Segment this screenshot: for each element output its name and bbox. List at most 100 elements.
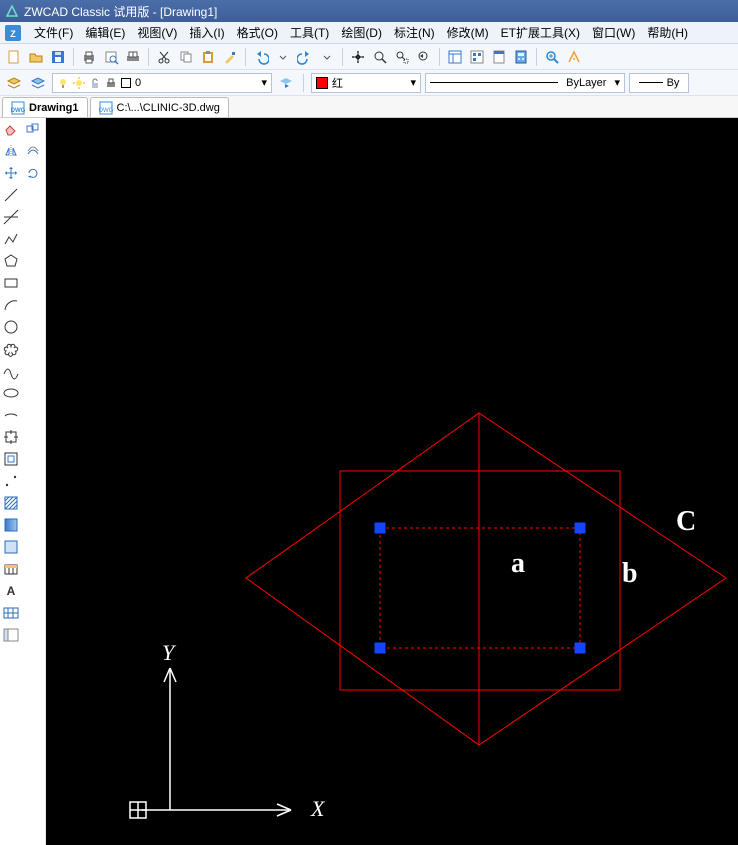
standard-toolbar [0,44,738,70]
undo-dropdown-icon[interactable] [273,47,293,67]
menu-edit[interactable]: 编辑(E) [79,22,131,43]
ellipse-icon[interactable] [0,382,22,404]
open-icon[interactable] [26,47,46,67]
region-icon[interactable] [0,536,22,558]
layer-previous-icon[interactable] [276,73,296,93]
annotation-a: a [511,548,525,580]
copy-obj-icon[interactable] [22,118,44,140]
layer-properties-icon[interactable] [4,73,24,93]
menu-et[interactable]: ET扩展工具(X) [495,22,586,43]
circle-icon[interactable] [0,316,22,338]
menu-format[interactable]: 格式(O) [231,22,284,43]
new-icon[interactable] [4,47,24,67]
match-properties-icon[interactable] [220,47,240,67]
menu-annotate[interactable]: 标注(N) [388,22,441,43]
tool-palettes-icon[interactable] [489,47,509,67]
menu-help[interactable]: 帮助(H) [641,22,694,43]
polyline-icon[interactable] [0,228,22,250]
menu-draw[interactable]: 绘图(D) [335,22,388,43]
rotate-icon[interactable] [22,162,44,184]
make-block-icon[interactable] [0,448,22,470]
zoom-realtime-icon[interactable] [370,47,390,67]
lineweight-preview [639,82,663,83]
separator [148,48,149,66]
calculator-icon[interactable] [511,47,531,67]
menu-view[interactable]: 视图(V) [131,22,183,43]
spline-icon[interactable] [0,360,22,382]
lineweight-dropdown[interactable]: By [629,73,689,93]
layer-states-icon[interactable] [28,73,48,93]
annotation-b: b [622,558,638,590]
doc-tab-other[interactable]: DWG C:\...\CLINIC-3D.dwg [90,97,229,117]
offset-icon[interactable] [22,140,44,162]
polygon-icon[interactable] [0,250,22,272]
print-preview-icon[interactable] [101,47,121,67]
work-area: A [0,118,738,845]
undo-icon[interactable] [251,47,271,67]
redo-dropdown-icon[interactable] [317,47,337,67]
linetype-label: ByLayer [562,77,610,89]
move-icon[interactable] [0,162,22,184]
table-grid-icon[interactable] [0,602,22,624]
lock-open-icon [89,77,101,89]
layout-icon[interactable] [0,624,22,646]
separator [73,48,74,66]
publish-icon[interactable] [123,47,143,67]
help-icon[interactable] [564,47,584,67]
menu-modify[interactable]: 修改(M) [441,22,495,43]
save-icon[interactable] [48,47,68,67]
properties-palette-icon[interactable] [445,47,465,67]
app-logo-icon [4,3,20,19]
insert-block-icon[interactable] [0,426,22,448]
menu-tools[interactable]: 工具(T) [284,22,335,43]
properties-toolbar: 0 ▾ 红 ▾ ByLayer ▾ By [0,70,738,96]
pan-icon[interactable] [348,47,368,67]
rectangle-icon[interactable] [0,272,22,294]
copy-icon[interactable] [176,47,196,67]
design-center-icon[interactable] [467,47,487,67]
print-icon[interactable] [79,47,99,67]
drawing-canvas[interactable]: a b C X Y [46,118,738,845]
menu-window[interactable]: 窗口(W) [586,22,641,43]
bulb-on-icon [57,77,69,89]
svg-text:A: A [7,584,16,598]
separator [536,48,537,66]
gradient-icon[interactable] [0,514,22,536]
erase-icon[interactable] [0,118,22,140]
doc-tab-label: Drawing1 [29,102,79,114]
layer-color-swatch [121,78,131,88]
color-dropdown[interactable]: 红 ▾ [311,73,421,93]
construction-line-icon[interactable] [0,206,22,228]
color-swatch [316,77,328,89]
svg-text:DWG: DWG [11,108,25,114]
document-tabs: DWG Drawing1 DWG C:\...\CLINIC-3D.dwg [0,96,738,118]
mirror-icon[interactable] [0,140,22,162]
chevron-down-icon: ▾ [410,76,416,89]
cut-icon[interactable] [154,47,174,67]
window-title: ZWCAD Classic 试用版 - [Drawing1] [24,3,217,20]
left-tool-column: A [0,118,46,845]
menu-file[interactable]: 文件(F) [28,22,79,43]
plot-icon [105,77,117,89]
doc-tab-active[interactable]: DWG Drawing1 [2,97,88,117]
revision-cloud-icon[interactable] [0,338,22,360]
mtext-icon[interactable]: A [0,580,22,602]
hatch-icon[interactable] [0,492,22,514]
layer-dropdown[interactable]: 0 ▾ [52,73,272,93]
zoom-previous-icon[interactable] [414,47,434,67]
menu-insert[interactable]: 插入(I) [183,22,230,43]
redo-icon[interactable] [295,47,315,67]
linetype-dropdown[interactable]: ByLayer ▾ [425,73,625,93]
point-icon[interactable] [0,470,22,492]
zoom-window-icon[interactable] [392,47,412,67]
line-icon[interactable] [0,184,22,206]
paste-icon[interactable] [198,47,218,67]
annotation-c: C [676,506,696,538]
zoom-extents-icon[interactable] [542,47,562,67]
axis-y-label: Y [162,640,174,666]
arc-icon[interactable] [0,294,22,316]
ellipse-arc-icon[interactable] [0,404,22,426]
dwg-file-icon: DWG [99,101,113,115]
table-icon[interactable] [0,558,22,580]
app-menu-icon[interactable]: Z [4,24,22,42]
